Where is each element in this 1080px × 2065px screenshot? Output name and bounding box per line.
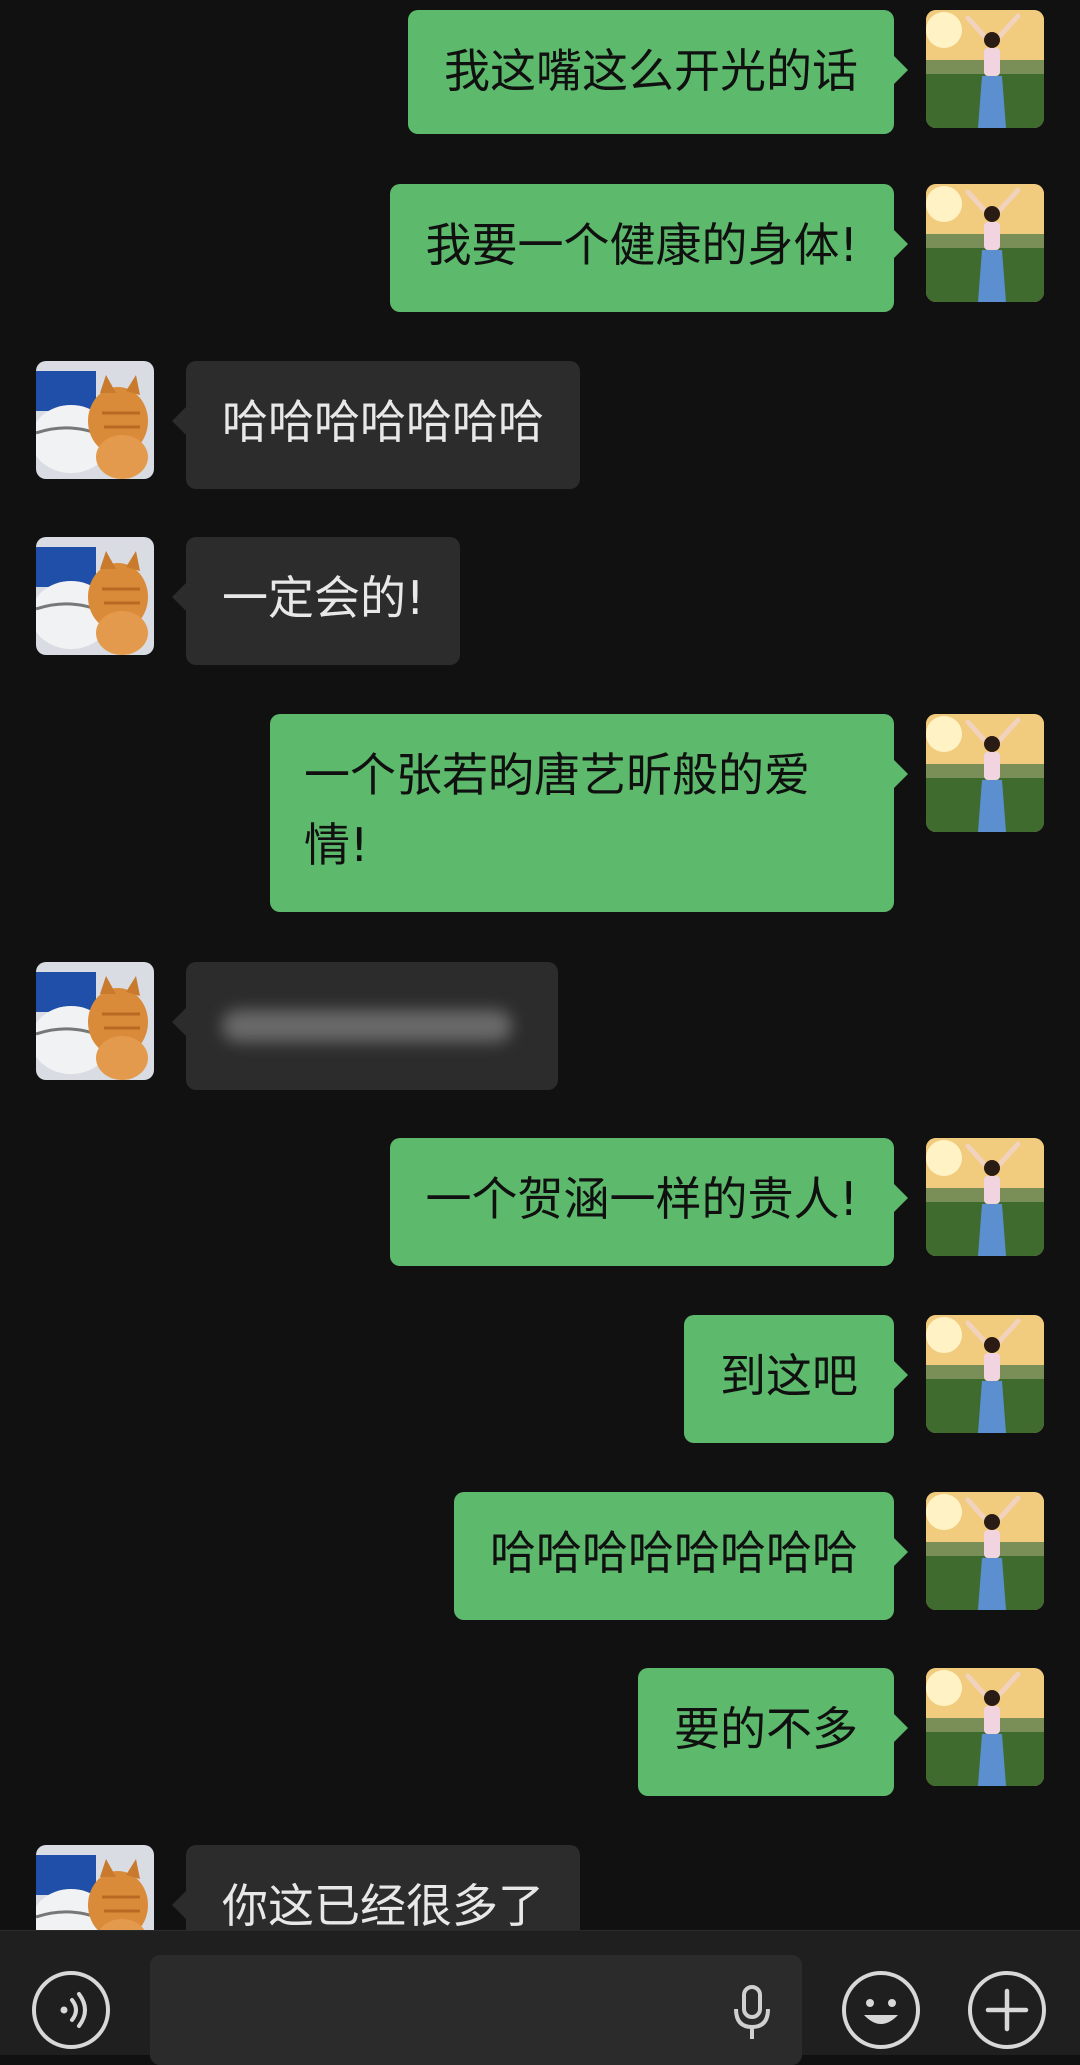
message-bubble-incoming[interactable]: 你这已经很多了 xyxy=(172,1845,580,1930)
my-avatar[interactable] xyxy=(926,714,1044,832)
contact-avatar[interactable] xyxy=(36,1845,154,1930)
chat-input-bar xyxy=(0,1930,1080,2065)
contact-avatar[interactable] xyxy=(36,361,154,479)
message-bubble-incoming[interactable]: 一定会的! xyxy=(171,537,461,665)
my-avatar[interactable] xyxy=(926,184,1044,302)
my-avatar[interactable] xyxy=(926,1138,1044,1256)
my-avatar[interactable] xyxy=(926,1668,1044,1786)
my-avatar[interactable] xyxy=(926,1492,1044,1610)
voice-mode-icon xyxy=(60,1992,87,2028)
message-bubble-outgoing[interactable]: 我要一个健康的身体! xyxy=(389,184,909,312)
message-bubble-outgoing[interactable]: 要的不多 xyxy=(638,1668,908,1796)
chat-history[interactable]: 我这嘴这么开光的话 我要一个健康的身体! 哈哈哈哈哈哈哈 一定会的! 一个张若昀… xyxy=(0,0,1080,1930)
my-avatar[interactable] xyxy=(926,10,1044,128)
emoji-button[interactable] xyxy=(842,1971,920,2049)
message-bubble-outgoing[interactable]: 我这嘴这么开光的话 xyxy=(408,10,908,134)
message-input[interactable] xyxy=(150,1955,802,2065)
plus-icon xyxy=(985,1988,1029,2032)
emoji-icon xyxy=(864,1999,898,2024)
message-bubble-outgoing[interactable]: 一个张若昀唐艺昕般的爱情! xyxy=(270,714,908,912)
contact-avatar[interactable] xyxy=(36,537,154,655)
microphone-icon[interactable] xyxy=(730,1983,774,2043)
blurred-message-content xyxy=(222,1010,512,1042)
plus-button[interactable] xyxy=(968,1971,1046,2049)
message-bubble-outgoing[interactable]: 哈哈哈哈哈哈哈哈 xyxy=(454,1492,908,1620)
message-bubble-outgoing[interactable]: 一个贺涵一样的贵人! xyxy=(389,1138,909,1266)
my-avatar[interactable] xyxy=(926,1315,1044,1433)
message-bubble-incoming[interactable]: 哈哈哈哈哈哈哈 xyxy=(172,361,580,489)
message-bubble-incoming-blurred[interactable] xyxy=(172,962,558,1090)
contact-avatar[interactable] xyxy=(36,962,154,1080)
voice-mode-button[interactable] xyxy=(32,1971,110,2049)
message-bubble-outgoing[interactable]: 到这吧 xyxy=(684,1315,908,1443)
